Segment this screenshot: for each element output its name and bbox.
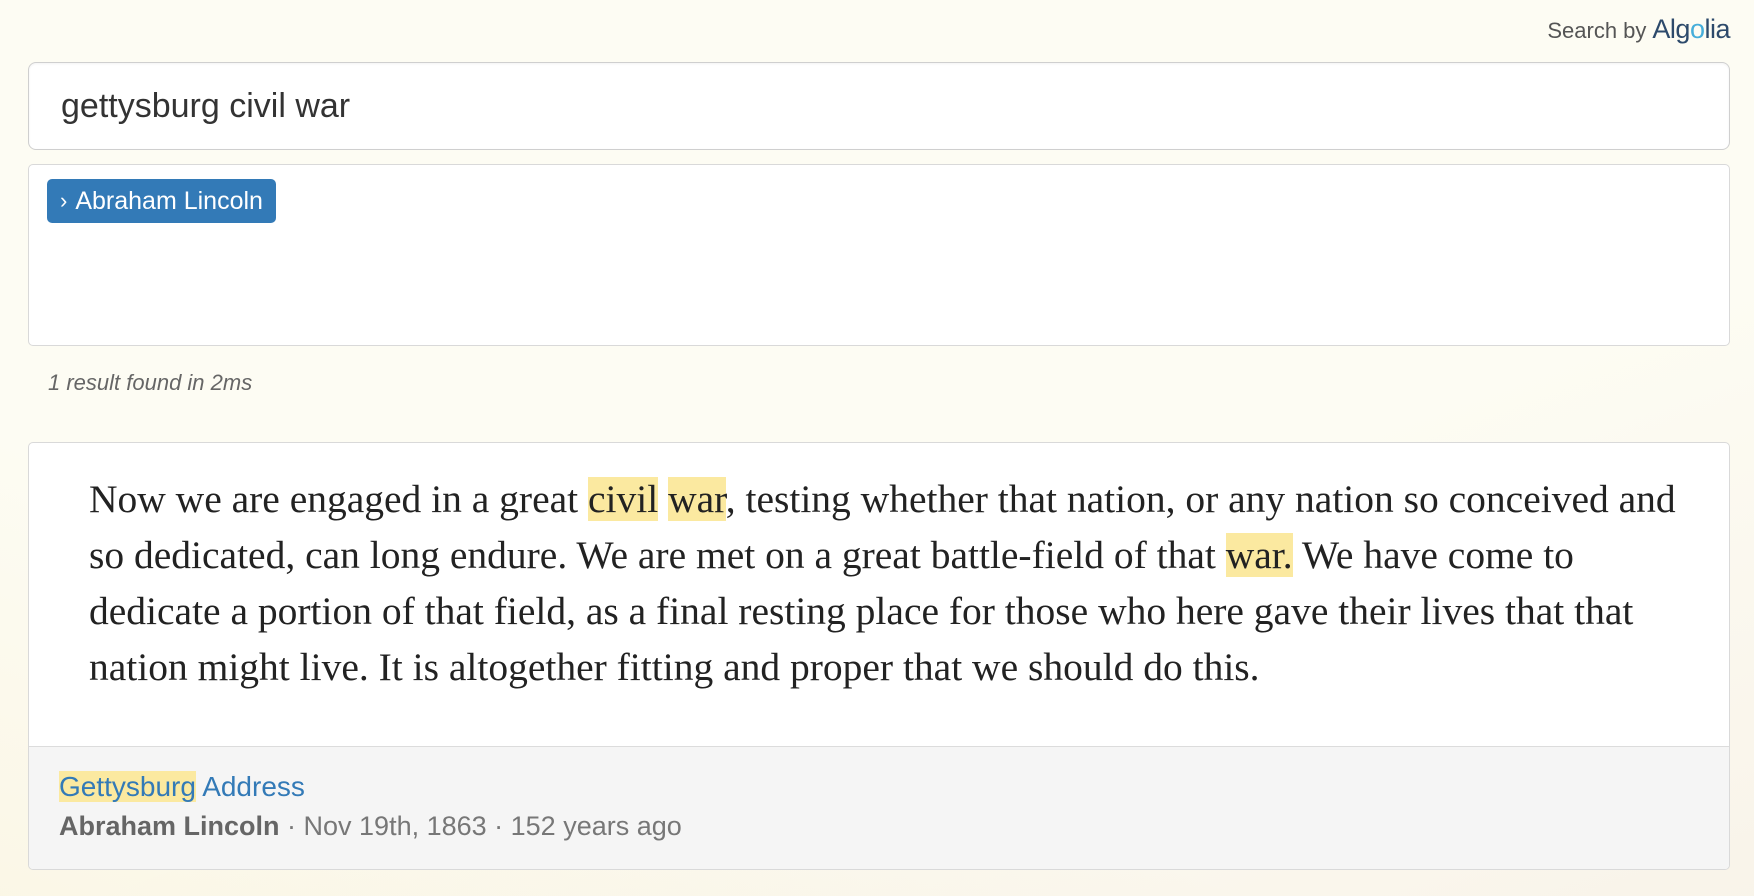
- result-title-rest: Address: [195, 771, 305, 802]
- result-text-highlight: civil: [588, 477, 659, 521]
- result-text-segment: [658, 477, 668, 521]
- result-footer: Gettysburg Address Abraham Lincoln · Nov…: [29, 746, 1729, 869]
- results-stats: 1 result found in 2ms: [48, 370, 253, 395]
- result-card: Now we are engaged in a great civil war,…: [28, 442, 1730, 870]
- result-text-segment: Now we are engaged in a great: [89, 477, 588, 521]
- search-input[interactable]: [59, 63, 1663, 149]
- result-title-link[interactable]: Gettysburg Address: [59, 771, 305, 803]
- algolia-logo-part3: lia: [1704, 14, 1730, 44]
- search-by-algolia[interactable]: Search by Algolia: [1547, 14, 1730, 45]
- algolia-logo-part1: Alg: [1652, 14, 1690, 44]
- result-text-highlight: war: [668, 477, 726, 521]
- result-date: · Nov 19th, 1863 · 152 years ago: [279, 811, 682, 841]
- result-author: Abraham Lincoln: [59, 811, 280, 841]
- result-text: Now we are engaged in a great civil war,…: [89, 471, 1689, 695]
- credit-prefix: Search by: [1547, 18, 1647, 43]
- chevron-right-icon: ›: [60, 188, 68, 213]
- facet-chip-abraham-lincoln[interactable]: › Abraham Lincoln: [47, 179, 276, 223]
- result-meta: Abraham Lincoln · Nov 19th, 1863 · 152 y…: [59, 811, 682, 842]
- facets-panel: › Abraham Lincoln: [28, 164, 1730, 346]
- search-box[interactable]: [28, 62, 1730, 150]
- algolia-logo[interactable]: Algolia: [1652, 14, 1730, 45]
- result-text-highlight: war.: [1225, 533, 1293, 577]
- algolia-logo-part2: o: [1689, 14, 1705, 44]
- facet-chip-label: Abraham Lincoln: [75, 186, 263, 215]
- result-title-highlight: Gettysburg: [59, 771, 196, 802]
